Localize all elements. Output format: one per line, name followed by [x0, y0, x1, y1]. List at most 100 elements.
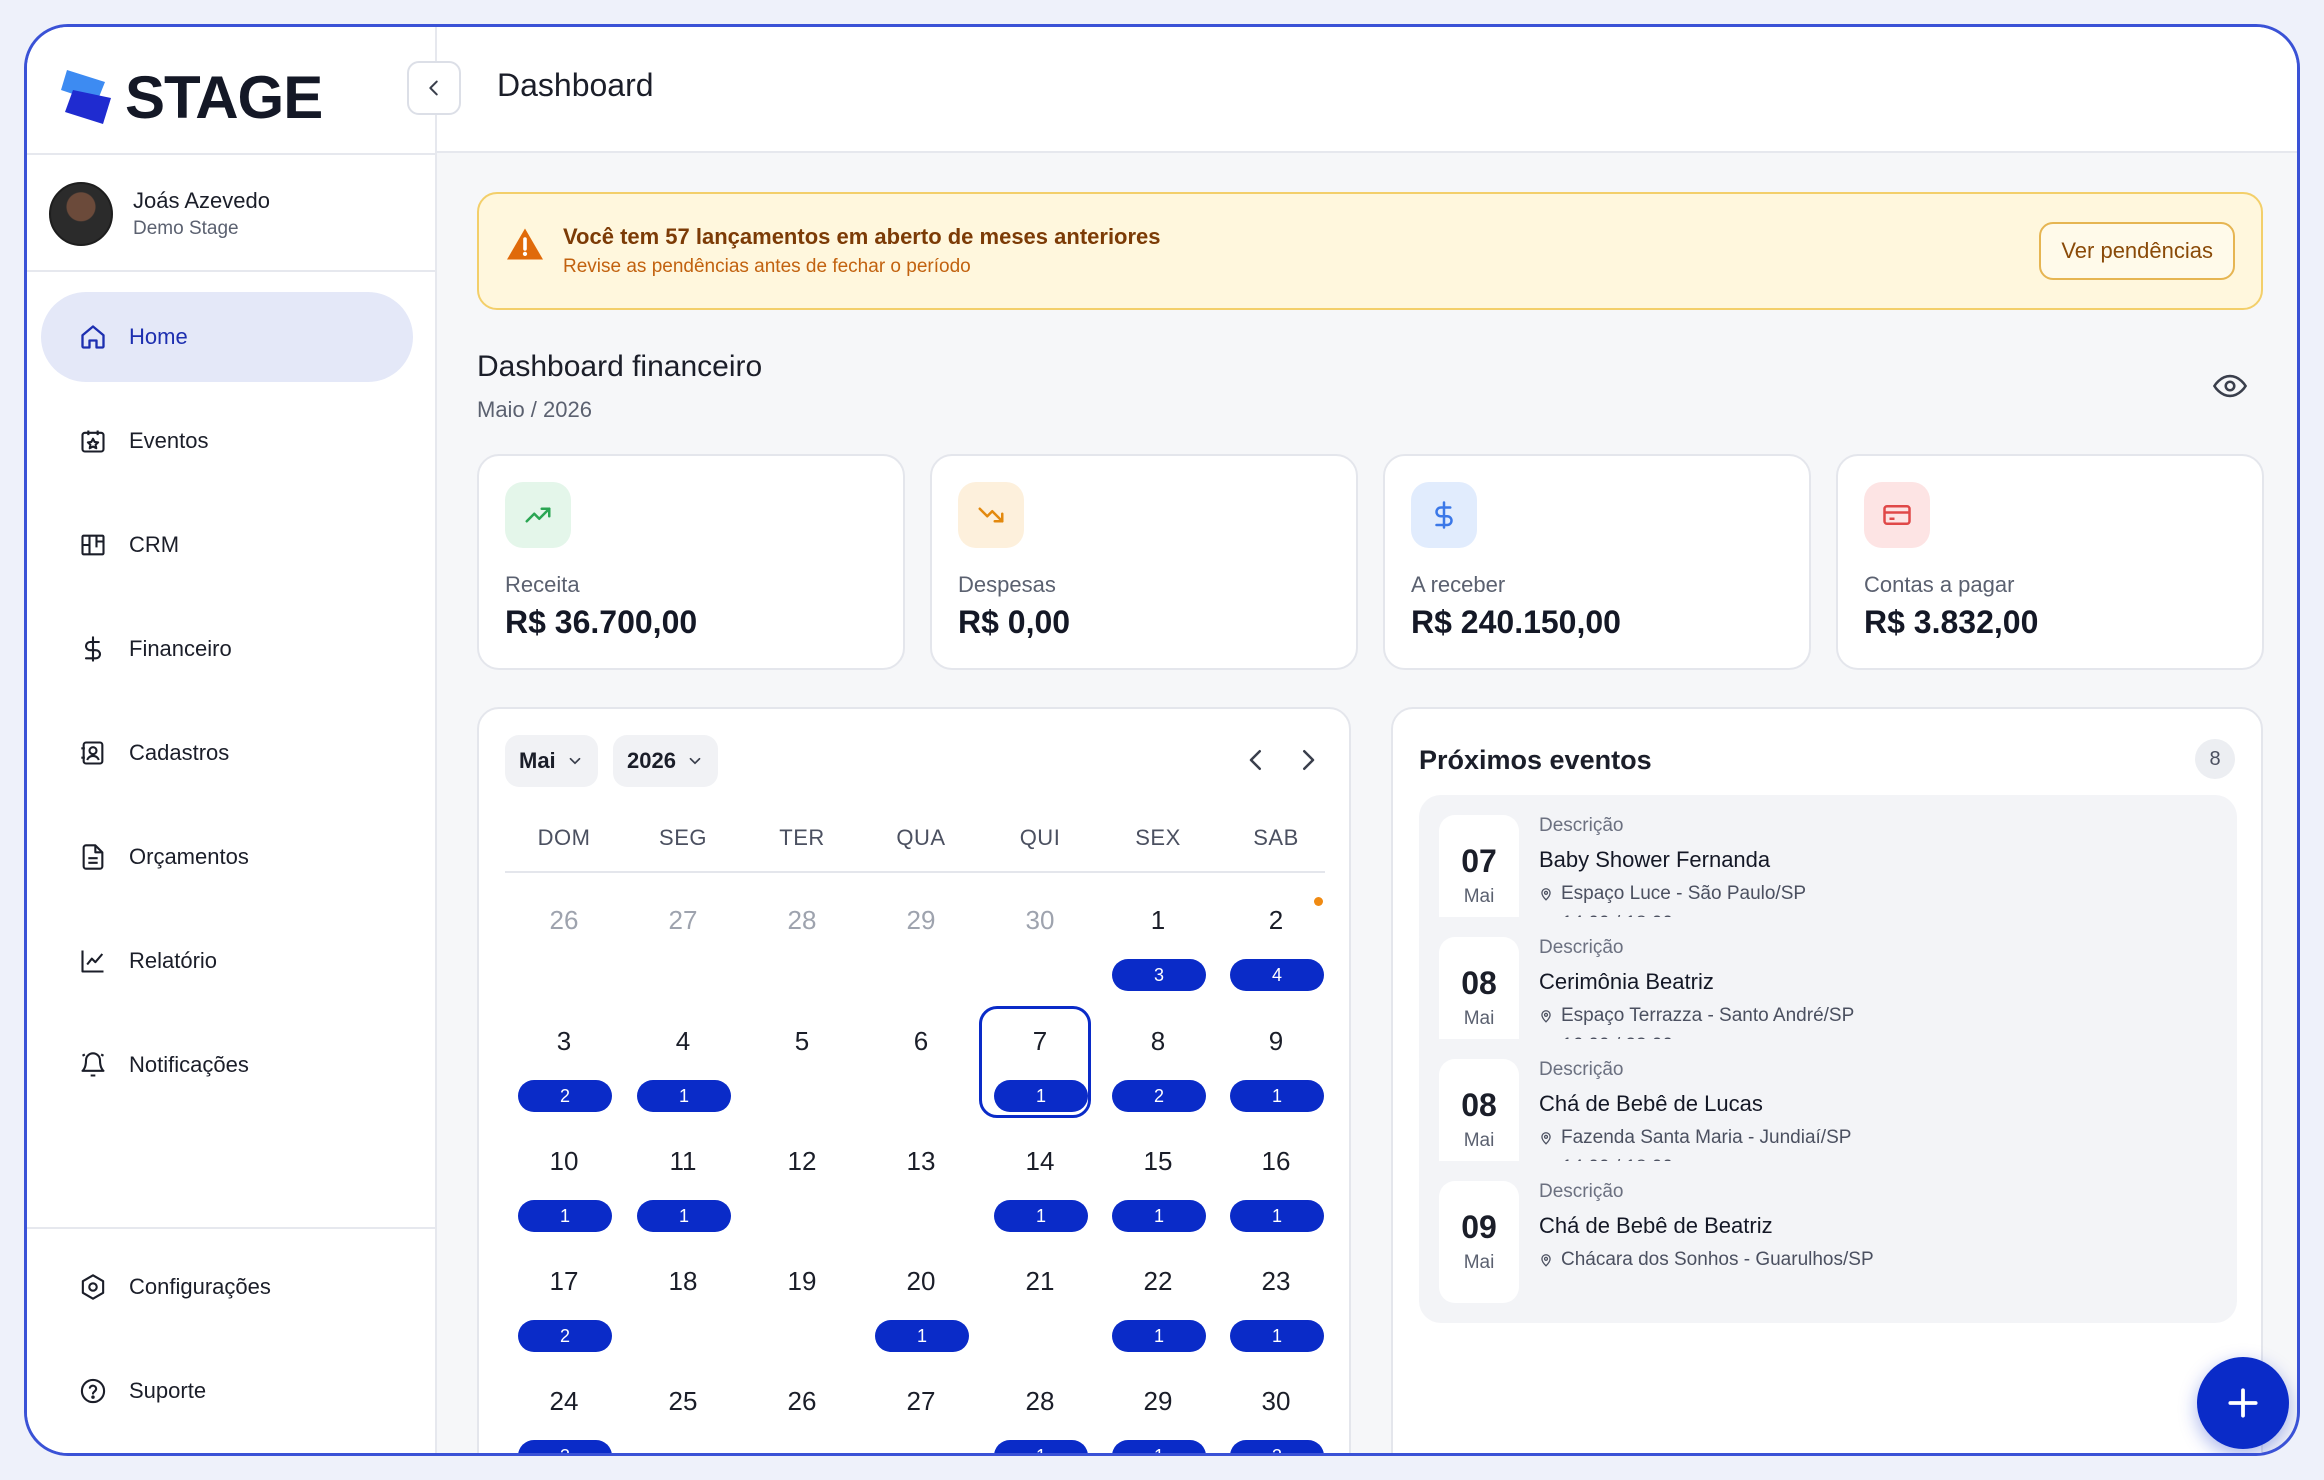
sidebar-item-label: Suporte — [129, 1378, 207, 1403]
kpi-icon — [1411, 482, 1477, 548]
sidebar-item-orcamentos[interactable]: Orçamentos — [41, 812, 413, 902]
view-pending-button[interactable]: Ver pendências — [2039, 222, 2235, 280]
day-number: 8 — [1150, 1026, 1166, 1056]
divider — [27, 1227, 435, 1229]
day-number: 26 — [787, 1386, 817, 1416]
calendar-day[interactable]: 13 — [1091, 883, 1209, 995]
event-card[interactable]: 09 Mai Descrição Chá de Bebê de Beatriz Chác… — [1419, 1161, 2237, 1323]
calendar-day[interactable]: 10 1 — [497, 1124, 615, 1236]
calendar-day[interactable]: 12 — [735, 1124, 853, 1236]
user-profile[interactable]: Joás Azevedo Demo Stage — [49, 182, 270, 246]
day-number: 27 — [906, 1386, 936, 1416]
sidebar-item-configuracoes[interactable]: Configurações — [41, 1242, 413, 1332]
sidebar-item-home[interactable]: Home — [41, 292, 413, 382]
calendar-day[interactable]: 6 — [854, 1004, 972, 1116]
collapse-sidebar-button[interactable] — [407, 61, 461, 115]
eye-icon[interactable] — [2213, 373, 2247, 399]
calendar-day[interactable]: 29 1 — [1091, 1364, 1209, 1453]
calendar-day[interactable]: 29 — [854, 883, 972, 995]
month-select[interactable]: Mai — [505, 735, 598, 787]
calendar-day-today[interactable]: 71 — [973, 1004, 1091, 1118]
day-number: 17 — [549, 1266, 579, 1296]
alert-title: Você tem 57 lançamentos em aberto de mes… — [563, 224, 1161, 249]
chevron-down-icon — [569, 757, 581, 765]
topbar: Dashboard — [407, 27, 2297, 153]
calendar-day[interactable]: 30 3 — [1209, 1364, 1327, 1453]
calendar-day[interactable]: 25 — [616, 1364, 734, 1453]
kpi-value: R$ 240.150,00 — [1411, 604, 1621, 640]
sidebar-item-label: Cadastros — [129, 740, 230, 765]
calendar-day[interactable]: 24 — [1209, 883, 1327, 995]
calendar-day[interactable]: 11 1 — [616, 1124, 734, 1236]
kpi-value: R$ 3.832,00 — [1864, 604, 2039, 640]
calendar-day[interactable]: 13 — [854, 1124, 972, 1236]
calendar-day[interactable]: 82 — [1091, 1004, 1209, 1116]
bottom-nav: Configurações Suporte — [41, 1242, 413, 1450]
calendar-day[interactable]: 24 3 — [497, 1364, 615, 1453]
upcoming-events: Próximos eventos 8 07 Mai Descrição Baby Sh… — [1391, 707, 2263, 1453]
trending-down-icon — [978, 507, 1004, 523]
calendar-day[interactable]: 26 — [735, 1364, 853, 1453]
kanban-icon — [81, 534, 105, 556]
weekday-header: SEX — [1135, 825, 1181, 850]
trending-up-icon — [525, 507, 551, 523]
calendar-day[interactable]: 28 — [735, 883, 853, 995]
home-icon — [81, 325, 105, 349]
calendar-day[interactable]: 27 — [854, 1364, 972, 1453]
calendar-day[interactable]: 22 1 — [1091, 1244, 1209, 1356]
events-count-badge: 8 — [2195, 739, 2235, 779]
calendar-day[interactable]: 18 — [616, 1244, 734, 1356]
calendar-day[interactable]: 19 — [735, 1244, 853, 1356]
event-count-badge: 1 — [994, 1440, 1088, 1453]
kpi-card-contas-a-pagar[interactable]: Contas a pagar R$ 3.832,00 — [1836, 454, 2264, 670]
calendar-day[interactable]: 20 1 — [854, 1244, 972, 1356]
event-count-badge: 1 — [875, 1320, 969, 1352]
day-number: 6 — [913, 1026, 929, 1056]
kpi-card-receita[interactable]: Receita R$ 36.700,00 — [477, 454, 905, 670]
calendar-day[interactable]: 26 — [497, 883, 615, 995]
calendar-day[interactable]: 15 1 — [1091, 1124, 1209, 1236]
sidebar-item-financeiro[interactable]: Financeiro — [41, 604, 413, 694]
day-number: 12 — [787, 1146, 817, 1176]
divider — [27, 153, 435, 155]
calendar-day[interactable]: 21 — [973, 1244, 1091, 1356]
kpi-card-despesas[interactable]: Despesas R$ 0,00 — [930, 454, 1358, 670]
year-select[interactable]: 2026 — [613, 735, 718, 787]
kpi-label: Despesas — [958, 572, 1056, 597]
logo[interactable]: STAGE — [61, 57, 323, 137]
event-month: Mai — [1463, 1252, 1495, 1273]
event-location-text: Espaço Luce - São Paulo/SP — [1561, 883, 1807, 904]
calendar-day[interactable]: 91 — [1209, 1004, 1327, 1116]
chart-line-icon — [81, 950, 104, 973]
calendar-day[interactable]: 32 — [497, 1004, 615, 1116]
calendar-day[interactable]: 16 1 — [1209, 1124, 1327, 1236]
add-button[interactable] — [2197, 1357, 2289, 1449]
calendar-day[interactable]: 23 1 — [1209, 1244, 1327, 1356]
sidebar-item-suporte[interactable]: Suporte — [41, 1346, 413, 1436]
sidebar-item-cadastros[interactable]: Cadastros — [41, 708, 413, 798]
calendar-day[interactable]: 5 — [735, 1004, 853, 1116]
calendar-day[interactable]: 28 1 — [973, 1364, 1091, 1453]
sidebar-item-notificacoes[interactable]: Notificações — [41, 1020, 413, 1110]
sidebar-item-crm[interactable]: CRM — [41, 500, 413, 590]
next-month-button[interactable] — [1293, 745, 1323, 775]
calendar-day[interactable]: 14 1 — [973, 1124, 1091, 1236]
event-count-badge: 1 — [1112, 1200, 1206, 1232]
settings-icon — [81, 1274, 105, 1300]
kpi-card-a-receber[interactable]: A receber R$ 240.150,00 — [1383, 454, 1811, 670]
dollar-icon — [1435, 501, 1453, 529]
logo-icon — [61, 70, 111, 124]
app-window: STAGE Joás Azevedo Demo Stage Home Event… — [24, 24, 2300, 1456]
calendar-day[interactable]: 27 — [616, 883, 734, 995]
event-location-text: Fazenda Santa Maria - Jundiaí/SP — [1561, 1127, 1852, 1148]
calendar-day[interactable]: 17 2 — [497, 1244, 615, 1356]
calendar-star-icon — [81, 430, 105, 453]
calendar-day[interactable]: 30 — [973, 883, 1091, 995]
calendar-day[interactable]: 41 — [616, 1004, 734, 1116]
prev-month-button[interactable] — [1241, 745, 1271, 775]
kpi-label: A receber — [1411, 572, 1506, 597]
sidebar-item-eventos[interactable]: Eventos — [41, 396, 413, 486]
day-number: 10 — [549, 1146, 579, 1176]
sidebar-item-relatorio[interactable]: Relatório — [41, 916, 413, 1006]
pending-alert: Você tem 57 lançamentos em aberto de mes… — [477, 192, 2263, 310]
